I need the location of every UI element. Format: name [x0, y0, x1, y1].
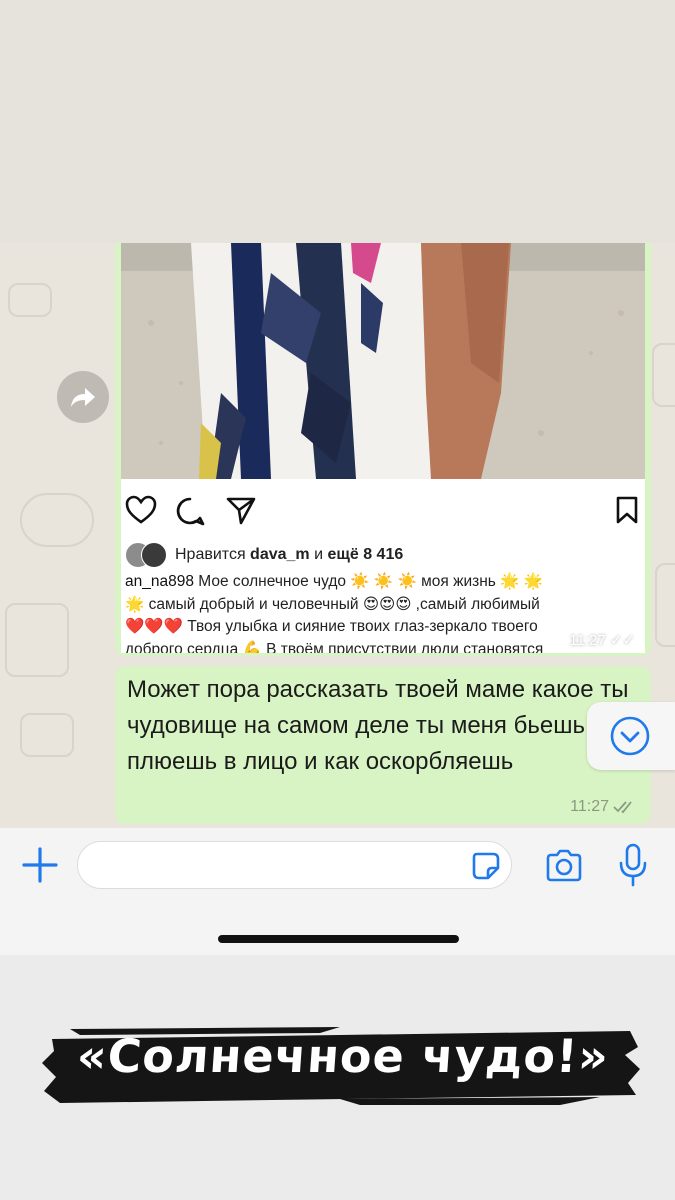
read-receipt-icon — [613, 801, 632, 814]
wallpaper-doodle — [5, 603, 69, 677]
caption-line: Мое солнечное чудо ☀️ ☀️ ☀️ моя жизнь 🌟 … — [193, 573, 544, 590]
chevron-down-icon — [610, 716, 650, 756]
caption-line: 🌟 самый добрый и человечный 😍😍😍 ,самый л… — [125, 595, 540, 613]
scroll-to-bottom-button[interactable] — [587, 702, 675, 770]
message-time: 11:27 — [570, 798, 637, 816]
heart-icon[interactable] — [125, 495, 157, 525]
caption-user[interactable]: an_na898 — [125, 573, 194, 590]
avatar — [141, 542, 167, 568]
comment-icon[interactable] — [175, 496, 205, 526]
beach-photo-illustration — [121, 243, 645, 479]
text-message-bubble[interactable]: Может пора рассказать твоей маме какое т… — [115, 666, 651, 824]
microphone-icon[interactable] — [618, 842, 648, 888]
time-text: 11:27 — [569, 632, 606, 649]
plus-icon[interactable] — [20, 845, 60, 885]
message-input-bar — [0, 828, 675, 955]
message-text: Может пора рассказать твоей маме какое т… — [127, 676, 629, 775]
liker-avatars — [125, 542, 167, 568]
likes-count[interactable]: ещё 8 416 — [327, 546, 403, 563]
camera-icon[interactable] — [544, 846, 584, 886]
post-actions — [121, 493, 645, 529]
wallpaper-doodle — [20, 713, 74, 757]
time-text: 11:27 — [570, 798, 609, 815]
home-indicator — [218, 935, 459, 943]
headline-text: «Солнечное чудо!» — [75, 1029, 611, 1083]
caption-line: доброго сердца 💪 В твоём присутствии люд… — [125, 640, 544, 654]
wallpaper-doodle — [20, 493, 94, 547]
wallpaper-doodle — [655, 563, 675, 647]
chat-area: Нравится dava_m и ещё 8 416 an_na898 Мое… — [0, 243, 675, 828]
wallpaper-doodle — [652, 343, 675, 407]
forward-button[interactable] — [57, 371, 109, 423]
likes-prefix: Нравится — [175, 546, 251, 563]
sticker-icon[interactable] — [471, 851, 501, 881]
message-input[interactable] — [77, 841, 512, 889]
post-caption: an_na898 Мое солнечное чудо ☀️ ☀️ ☀️ моя… — [125, 571, 641, 653]
bookmark-icon[interactable] — [615, 495, 639, 525]
post-photo[interactable] — [121, 243, 645, 479]
instagram-post-info: Нравится dava_m и ещё 8 416 an_na898 Мое… — [121, 479, 645, 653]
likes-user[interactable]: dava_m — [250, 546, 310, 563]
likes-row[interactable]: Нравится dava_m и ещё 8 416 — [125, 541, 403, 569]
caption-overlay-area: «Солнечное чудо!» — [0, 955, 675, 1200]
image-message-time: 11:27 ✓✓ — [569, 632, 635, 649]
share-icon[interactable] — [225, 495, 257, 525]
likes-middle: и — [309, 546, 328, 563]
wallpaper-doodle — [8, 283, 52, 317]
caption-line: ❤️❤️❤️ Твоя улыбка и сияние твоих глаз-з… — [125, 618, 538, 635]
top-blank-area — [0, 0, 675, 243]
forward-icon — [71, 388, 95, 407]
